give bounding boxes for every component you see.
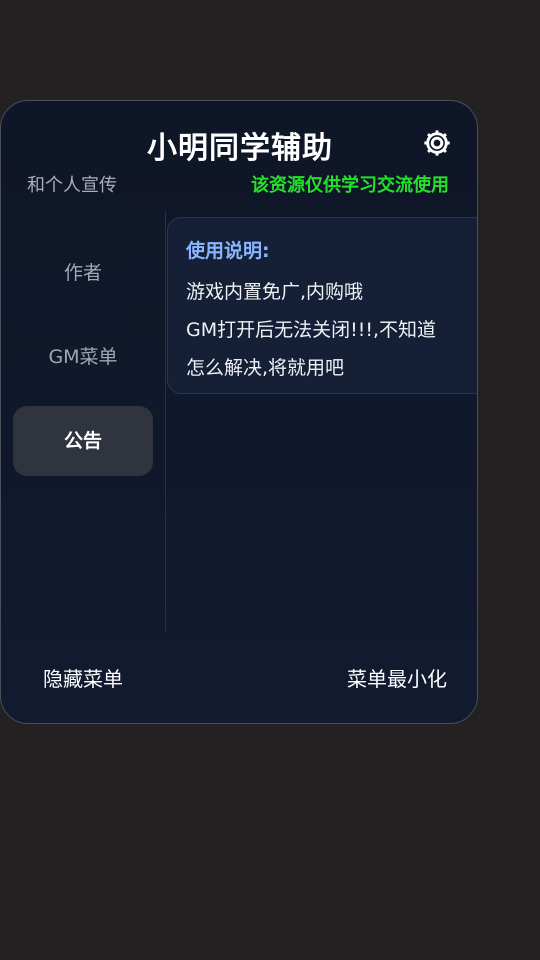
sidebar-item-announcement[interactable]: 公告 <box>13 406 153 476</box>
sidebar-item-gm-menu[interactable]: GM菜单 <box>13 322 153 392</box>
gear-icon[interactable] <box>421 127 453 159</box>
notice-line: 怎么解决,将就用吧 <box>186 357 345 379</box>
promo-marquee-text: 和个人宣传 <box>27 175 117 196</box>
menu-title: 小明同学辅助 <box>147 131 333 166</box>
disclaimer-marquee-text: 该资源仅供学习交流使用 <box>251 175 449 196</box>
hide-menu-button[interactable]: 隐藏菜单 <box>43 663 123 692</box>
notice-line: 游戏内置免广,内购哦 <box>186 281 364 303</box>
notice-line: GM打开后无法关闭!!!,不知道 <box>186 319 437 341</box>
sidebar-item-author[interactable]: 作者 <box>13 238 153 308</box>
sidebar-divider <box>165 211 166 631</box>
notice-card: 使用说明: 游戏内置免广,内购哦 GM打开后无法关闭!!!,不知道 怎么解决,将… <box>167 217 477 394</box>
minimize-menu-button[interactable]: 菜单最小化 <box>347 663 447 692</box>
menu-panel: 小明同学辅助 和个人宣传 该资源仅供学习交流使用 作者 GM菜单 公告 使用说明… <box>0 100 478 724</box>
notice-heading: 使用说明: <box>186 240 270 262</box>
